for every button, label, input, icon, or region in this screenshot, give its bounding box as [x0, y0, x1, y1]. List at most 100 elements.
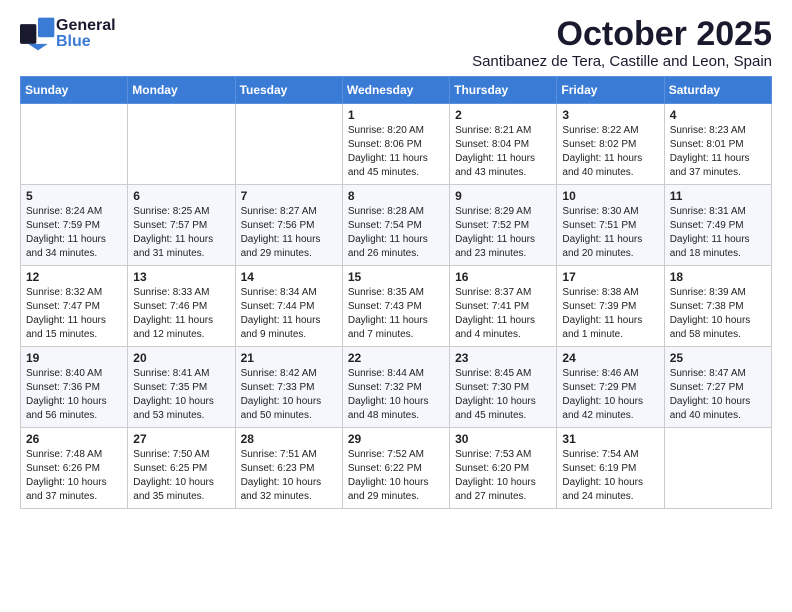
day-number: 29: [348, 432, 445, 446]
day-number: 16: [455, 270, 552, 284]
day-number: 30: [455, 432, 552, 446]
page: General Blue October 2025 Santibanez de …: [0, 0, 792, 612]
table-row: 18 Sunrise: 8:39 AM Sunset: 7:38 PM Dayli…: [664, 266, 771, 347]
cell-info: Sunrise: 8:22 AM Sunset: 8:02 PM Dayligh…: [562, 124, 659, 180]
table-row: 10Sunrise: 8:30 AM Sunset: 7:51 PM Dayli…: [557, 185, 664, 266]
table-row: [664, 428, 771, 509]
cell-info: Sunrise: 8:27 AM Sunset: 7:56 PM Dayligh…: [241, 205, 338, 261]
day-number: 13: [133, 270, 230, 284]
calendar-header-row: Sunday Monday Tuesday Wednesday Thursday…: [21, 77, 772, 104]
table-row: 25Sunrise: 8:47 AM Sunset: 7:27 PM Dayli…: [664, 347, 771, 428]
table-row: 7 Sunrise: 8:27 AM Sunset: 7:56 PM Daylig…: [235, 185, 342, 266]
day-number: 19: [26, 351, 123, 365]
day-number: 22: [348, 351, 445, 365]
location-title: Santibanez de Tera, Castille and Leon, S…: [472, 53, 772, 70]
logo-icon: [20, 16, 56, 52]
day-number: 7: [241, 189, 338, 203]
cell-info: Sunrise: 8:35 AM Sunset: 7:43 PM Dayligh…: [348, 286, 445, 342]
day-number: 8: [348, 189, 445, 203]
calendar-week-row: 19Sunrise: 8:40 AM Sunset: 7:36 PM Dayli…: [21, 347, 772, 428]
day-number: 20: [133, 351, 230, 365]
cell-info: Sunrise: 8:32 AM Sunset: 7:47 PM Dayligh…: [26, 286, 123, 342]
cell-info: Sunrise: 7:54 AM Sunset: 6:19 PM Dayligh…: [562, 448, 659, 504]
cell-info: Sunrise: 7:52 AM Sunset: 6:22 PM Dayligh…: [348, 448, 445, 504]
col-monday: Monday: [128, 77, 235, 104]
table-row: 6 Sunrise: 8:25 AM Sunset: 7:57 PM Daylig…: [128, 185, 235, 266]
day-number: 28: [241, 432, 338, 446]
table-row: 26 Sunrise: 7:48 AM Sunset: 6:26 PM Dayli…: [21, 428, 128, 509]
logo: General Blue: [20, 16, 116, 52]
table-row: 27 Sunrise: 7:50 AM Sunset: 6:25 PM Dayli…: [128, 428, 235, 509]
table-row: 28 Sunrise: 7:51 AM Sunset: 6:23 PM Dayli…: [235, 428, 342, 509]
cell-info: Sunrise: 8:20 AM Sunset: 8:06 PM Dayligh…: [348, 124, 445, 180]
cell-info: Sunrise: 8:21 AM Sunset: 8:04 PM Dayligh…: [455, 124, 552, 180]
table-row: 24Sunrise: 8:46 AM Sunset: 7:29 PM Dayli…: [557, 347, 664, 428]
day-number: 6: [133, 189, 230, 203]
cell-info: Sunrise: 7:50 AM Sunset: 6:25 PM Dayligh…: [133, 448, 230, 504]
day-number: 26: [26, 432, 123, 446]
cell-info: Sunrise: 7:53 AM Sunset: 6:20 PM Dayligh…: [455, 448, 552, 504]
col-friday: Friday: [557, 77, 664, 104]
cell-info: Sunrise: 8:38 AM Sunset: 7:39 PM Dayligh…: [562, 286, 659, 342]
table-row: [128, 104, 235, 185]
day-number: 15: [348, 270, 445, 284]
day-number: 14: [241, 270, 338, 284]
cell-info: Sunrise: 8:33 AM Sunset: 7:46 PM Dayligh…: [133, 286, 230, 342]
calendar-week-row: 5Sunrise: 8:24 AM Sunset: 7:59 PM Daylig…: [21, 185, 772, 266]
cell-info: Sunrise: 8:37 AM Sunset: 7:41 PM Dayligh…: [455, 286, 552, 342]
day-number: 21: [241, 351, 338, 365]
day-number: 3: [562, 108, 659, 122]
table-row: 14Sunrise: 8:34 AM Sunset: 7:44 PM Dayli…: [235, 266, 342, 347]
table-row: 2 Sunrise: 8:21 AM Sunset: 8:04 PM Daylig…: [450, 104, 557, 185]
col-tuesday: Tuesday: [235, 77, 342, 104]
table-row: 12 Sunrise: 8:32 AM Sunset: 7:47 PM Dayli…: [21, 266, 128, 347]
day-number: 27: [133, 432, 230, 446]
table-row: 15 Sunrise: 8:35 AM Sunset: 7:43 PM Dayli…: [342, 266, 449, 347]
day-number: 17: [562, 270, 659, 284]
cell-info: Sunrise: 8:44 AM Sunset: 7:32 PM Dayligh…: [348, 367, 445, 423]
day-number: 1: [348, 108, 445, 122]
cell-info: Sunrise: 8:23 AM Sunset: 8:01 PM Dayligh…: [670, 124, 767, 180]
cell-info: Sunrise: 8:42 AM Sunset: 7:33 PM Dayligh…: [241, 367, 338, 423]
cell-info: Sunrise: 8:39 AM Sunset: 7:38 PM Dayligh…: [670, 286, 767, 342]
calendar-table: Sunday Monday Tuesday Wednesday Thursday…: [20, 76, 772, 509]
day-number: 9: [455, 189, 552, 203]
calendar-week-row: 12 Sunrise: 8:32 AM Sunset: 7:47 PM Dayli…: [21, 266, 772, 347]
cell-info: Sunrise: 8:46 AM Sunset: 7:29 PM Dayligh…: [562, 367, 659, 423]
cell-info: Sunrise: 8:24 AM Sunset: 7:59 PM Dayligh…: [26, 205, 123, 261]
cell-info: Sunrise: 8:29 AM Sunset: 7:52 PM Dayligh…: [455, 205, 552, 261]
logo-general-text: General: [56, 18, 116, 34]
cell-info: Sunrise: 8:30 AM Sunset: 7:51 PM Dayligh…: [562, 205, 659, 261]
day-number: 2: [455, 108, 552, 122]
table-row: 21 Sunrise: 8:42 AM Sunset: 7:33 PM Dayli…: [235, 347, 342, 428]
logo-label: General Blue: [56, 18, 116, 50]
table-row: 31 Sunrise: 7:54 AM Sunset: 6:19 PM Dayli…: [557, 428, 664, 509]
table-row: 29 Sunrise: 7:52 AM Sunset: 6:22 PM Dayli…: [342, 428, 449, 509]
table-row: 30 Sunrise: 7:53 AM Sunset: 6:20 PM Dayli…: [450, 428, 557, 509]
day-number: 18: [670, 270, 767, 284]
table-row: 17 Sunrise: 8:38 AM Sunset: 7:39 PM Dayli…: [557, 266, 664, 347]
table-row: 16 Sunrise: 8:37 AM Sunset: 7:41 PM Dayli…: [450, 266, 557, 347]
table-row: [235, 104, 342, 185]
col-thursday: Thursday: [450, 77, 557, 104]
table-row: 3 Sunrise: 8:22 AM Sunset: 8:02 PM Daylig…: [557, 104, 664, 185]
table-row: 13 Sunrise: 8:33 AM Sunset: 7:46 PM Dayli…: [128, 266, 235, 347]
table-row: 4Sunrise: 8:23 AM Sunset: 8:01 PM Daylig…: [664, 104, 771, 185]
calendar-week-row: 1 Sunrise: 8:20 AM Sunset: 8:06 PM Daylig…: [21, 104, 772, 185]
cell-info: Sunrise: 8:45 AM Sunset: 7:30 PM Dayligh…: [455, 367, 552, 423]
col-wednesday: Wednesday: [342, 77, 449, 104]
day-number: 31: [562, 432, 659, 446]
table-row: 5Sunrise: 8:24 AM Sunset: 7:59 PM Daylig…: [21, 185, 128, 266]
logo-blue-text: Blue: [56, 34, 116, 50]
table-row: 19Sunrise: 8:40 AM Sunset: 7:36 PM Dayli…: [21, 347, 128, 428]
calendar-week-row: 26 Sunrise: 7:48 AM Sunset: 6:26 PM Dayli…: [21, 428, 772, 509]
table-row: 8 Sunrise: 8:28 AM Sunset: 7:54 PM Daylig…: [342, 185, 449, 266]
cell-info: Sunrise: 7:51 AM Sunset: 6:23 PM Dayligh…: [241, 448, 338, 504]
cell-info: Sunrise: 8:28 AM Sunset: 7:54 PM Dayligh…: [348, 205, 445, 261]
cell-info: Sunrise: 7:48 AM Sunset: 6:26 PM Dayligh…: [26, 448, 123, 504]
cell-info: Sunrise: 8:25 AM Sunset: 7:57 PM Dayligh…: [133, 205, 230, 261]
day-number: 12: [26, 270, 123, 284]
col-sunday: Sunday: [21, 77, 128, 104]
table-row: 11Sunrise: 8:31 AM Sunset: 7:49 PM Dayli…: [664, 185, 771, 266]
table-row: 9 Sunrise: 8:29 AM Sunset: 7:52 PM Daylig…: [450, 185, 557, 266]
